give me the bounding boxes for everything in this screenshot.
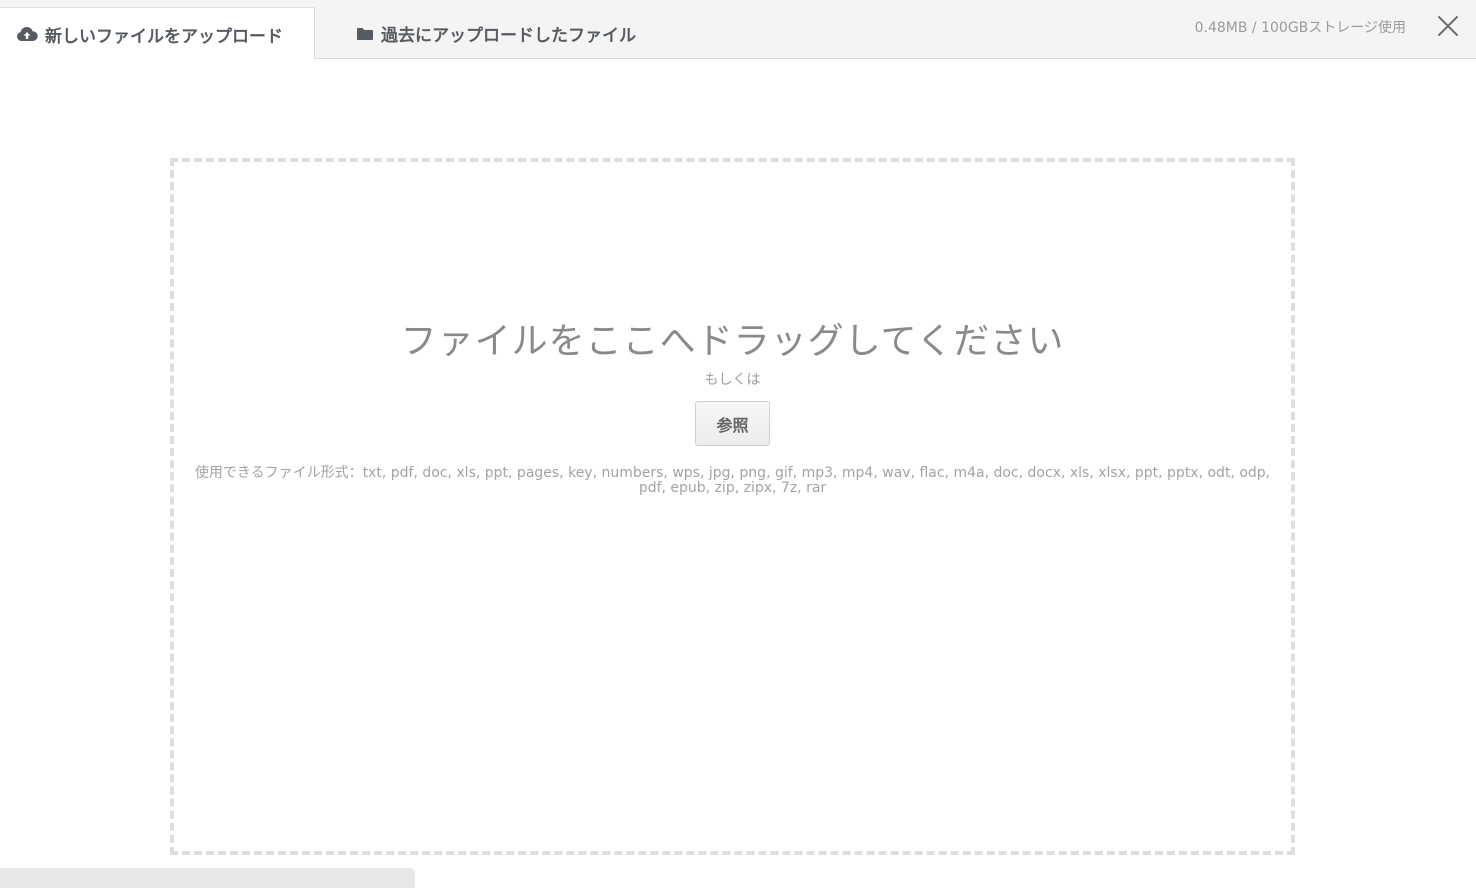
close-button[interactable] <box>1436 14 1460 38</box>
tab-past-uploads-label: 過去にアップロードしたファイル <box>381 25 636 46</box>
browse-button[interactable]: 参照 <box>695 401 770 446</box>
folder-icon <box>356 26 374 41</box>
tab-upload-new-label: 新しいファイルをアップロード <box>45 26 283 47</box>
cloud-upload-icon <box>16 26 38 42</box>
tab-upload-new[interactable]: 新しいファイルをアップロード <box>0 7 315 60</box>
close-icon <box>1438 16 1458 36</box>
supported-formats-text: 使用できるファイル形式：txt, pdf, doc, xls, ppt, pag… <box>194 465 1271 496</box>
storage-usage: 0.48MB / 100GBストレージ使用 <box>1194 20 1406 36</box>
file-drop-zone[interactable]: ファイルをここへドラッグしてください もしくは 参照 使用できるファイル形式：t… <box>170 158 1295 855</box>
tab-past-uploads[interactable]: 過去にアップロードしたファイル <box>356 7 636 59</box>
bottom-panel-bar <box>0 868 415 888</box>
drop-zone-or-text: もしくは <box>704 372 761 388</box>
drop-zone-title: ファイルをここへドラッグしてください <box>400 321 1065 362</box>
tab-bar: 新しいファイルをアップロード 過去にアップロードしたファイル 0.48MB / … <box>0 0 1476 60</box>
